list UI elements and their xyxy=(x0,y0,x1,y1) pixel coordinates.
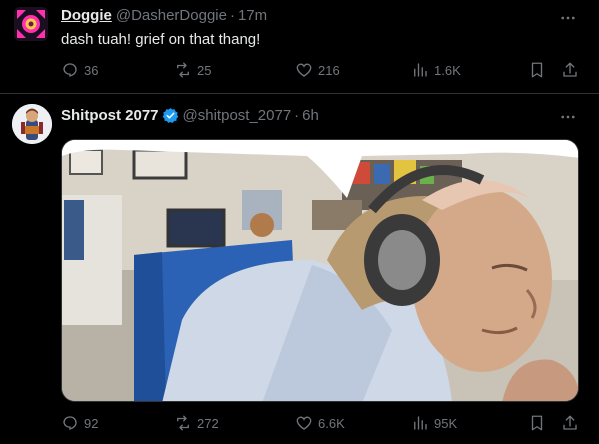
share-button[interactable] xyxy=(561,61,584,79)
views-count: 1.6K xyxy=(434,62,461,78)
bookmark-icon xyxy=(531,62,543,78)
tweet-doggie[interactable]: Doggie @DasherDoggie · 17m dash tuah! gr… xyxy=(0,0,599,94)
tweet-header: Doggie @DasherDoggie · 17m xyxy=(61,7,267,24)
more-options-icon[interactable] xyxy=(559,9,577,27)
like-button[interactable]: 6.6K xyxy=(295,414,345,432)
reply-count: 36 xyxy=(84,62,99,78)
action-bar: 92 272 6.6K 95K xyxy=(61,414,581,434)
timestamp[interactable]: 17m xyxy=(238,7,267,24)
views-chart-icon xyxy=(414,63,427,77)
verified-badge-icon[interactable] xyxy=(162,107,179,124)
like-count: 216 xyxy=(318,62,340,78)
views-chart-icon xyxy=(414,416,427,430)
tweet-shitpost-2077[interactable]: Shitpost 2077 @shitpost_2077 · 6h 92 272… xyxy=(0,94,599,444)
repost-count: 272 xyxy=(197,415,219,431)
reply-icon xyxy=(63,63,77,77)
repost-icon xyxy=(177,415,189,431)
tweet-media-image[interactable] xyxy=(61,139,579,402)
author-handle[interactable]: @shitpost_2077 xyxy=(183,107,292,124)
repost-button[interactable]: 25 xyxy=(174,61,211,79)
heart-icon xyxy=(296,416,312,430)
like-button[interactable]: 216 xyxy=(295,61,340,79)
author-avatar[interactable] xyxy=(14,7,48,41)
share-icon xyxy=(563,415,577,430)
share-icon xyxy=(563,62,577,77)
heart-icon xyxy=(296,63,312,77)
views-button[interactable]: 1.6K xyxy=(411,61,461,79)
share-button[interactable] xyxy=(561,414,584,432)
author-name[interactable]: Doggie xyxy=(61,7,112,24)
action-bar: 36 25 216 1.6K xyxy=(61,61,581,81)
bookmark-button[interactable] xyxy=(528,61,551,79)
repost-button[interactable]: 272 xyxy=(174,414,219,432)
tweet-header: Shitpost 2077 @shitpost_2077 · 6h xyxy=(61,107,319,124)
speech-bubble-streamer-image xyxy=(62,140,578,401)
views-button[interactable]: 95K xyxy=(411,414,457,432)
bookmark-button[interactable] xyxy=(528,414,551,432)
reply-button[interactable]: 92 xyxy=(61,414,98,432)
cartoon-character-avatar xyxy=(12,104,52,144)
author-name[interactable]: Shitpost 2077 xyxy=(61,107,159,124)
more-options-icon[interactable] xyxy=(559,108,577,126)
separator: · xyxy=(294,107,300,124)
like-count: 6.6K xyxy=(318,415,345,431)
views-count: 95K xyxy=(434,415,458,431)
repost-count: 25 xyxy=(197,62,212,78)
separator: · xyxy=(229,7,235,24)
tweet-text: dash tuah! grief on that thang! xyxy=(61,31,261,48)
author-handle[interactable]: @DasherDoggie xyxy=(116,7,227,24)
bookmark-icon xyxy=(531,415,543,431)
repost-icon xyxy=(177,62,189,78)
pink-square-logo-icon xyxy=(14,7,48,41)
timestamp[interactable]: 6h xyxy=(302,107,319,124)
author-avatar[interactable] xyxy=(12,104,52,144)
reply-count: 92 xyxy=(84,415,99,431)
reply-button[interactable]: 36 xyxy=(61,61,98,79)
reply-icon xyxy=(63,416,77,430)
